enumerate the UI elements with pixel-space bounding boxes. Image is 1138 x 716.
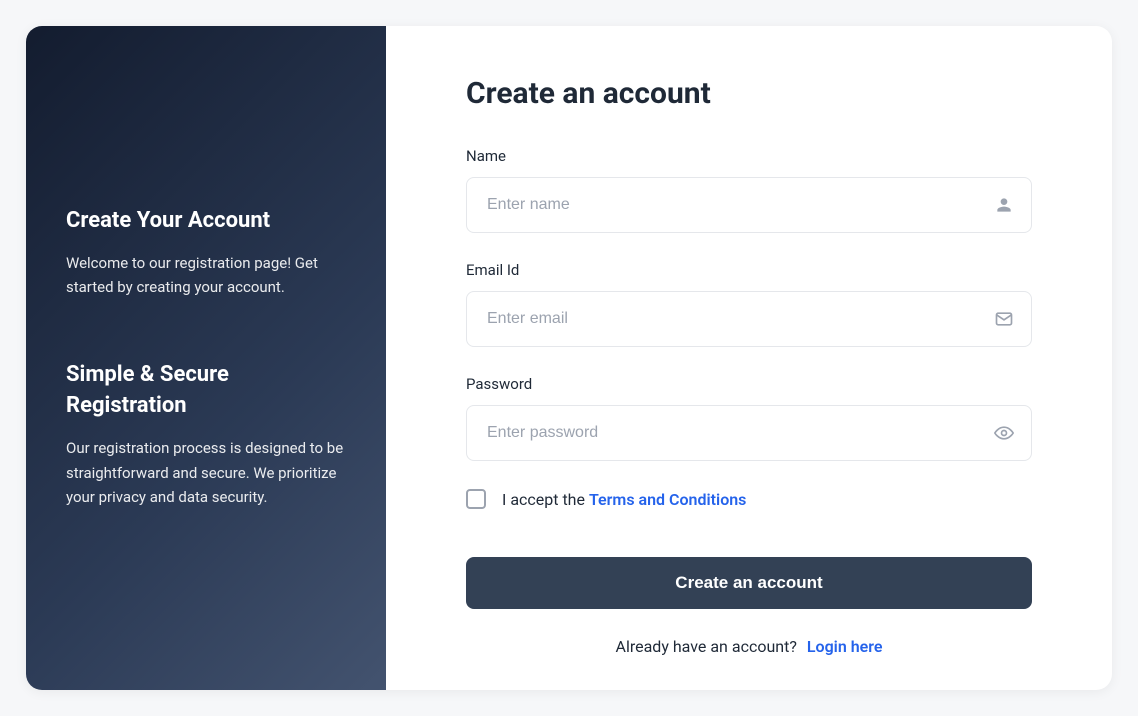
terms-text: I accept the Terms and Conditions (502, 490, 746, 509)
footer-text: Already have an account? Login here (466, 637, 1032, 656)
email-label: Email Id (466, 261, 1032, 279)
footer-prefix: Already have an account? (616, 637, 801, 656)
email-input-wrapper (466, 291, 1032, 347)
info-title-2: Simple & Secure Registration (66, 360, 346, 422)
login-link[interactable]: Login here (807, 637, 883, 656)
sidebar: Create Your Account Welcome to our regis… (26, 26, 386, 690)
name-group: Name (466, 147, 1032, 233)
name-input[interactable] (466, 177, 1032, 233)
password-input-wrapper (466, 405, 1032, 461)
user-icon (994, 195, 1014, 215)
form-title: Create an account (466, 76, 1032, 111)
info-text-2: Our registration process is designed to … (66, 436, 346, 510)
terms-checkbox[interactable] (466, 489, 486, 509)
form-panel: Create an account Name Email Id Password (386, 26, 1112, 690)
info-text-1: Welcome to our registration page! Get st… (66, 251, 346, 301)
info-block-2: Simple & Secure Registration Our registr… (66, 360, 346, 510)
terms-prefix: I accept the (502, 490, 589, 509)
create-account-button[interactable]: Create an account (466, 557, 1032, 609)
password-input[interactable] (466, 405, 1032, 461)
envelope-icon (994, 309, 1014, 329)
info-block-1: Create Your Account Welcome to our regis… (66, 206, 346, 300)
info-title-1: Create Your Account (66, 206, 346, 237)
terms-row: I accept the Terms and Conditions (466, 489, 1032, 509)
registration-card: Create Your Account Welcome to our regis… (26, 26, 1112, 690)
terms-link[interactable]: Terms and Conditions (589, 490, 746, 509)
name-label: Name (466, 147, 1032, 165)
email-input[interactable] (466, 291, 1032, 347)
email-group: Email Id (466, 261, 1032, 347)
password-group: Password (466, 375, 1032, 461)
password-label: Password (466, 375, 1032, 393)
name-input-wrapper (466, 177, 1032, 233)
eye-icon[interactable] (994, 423, 1014, 443)
